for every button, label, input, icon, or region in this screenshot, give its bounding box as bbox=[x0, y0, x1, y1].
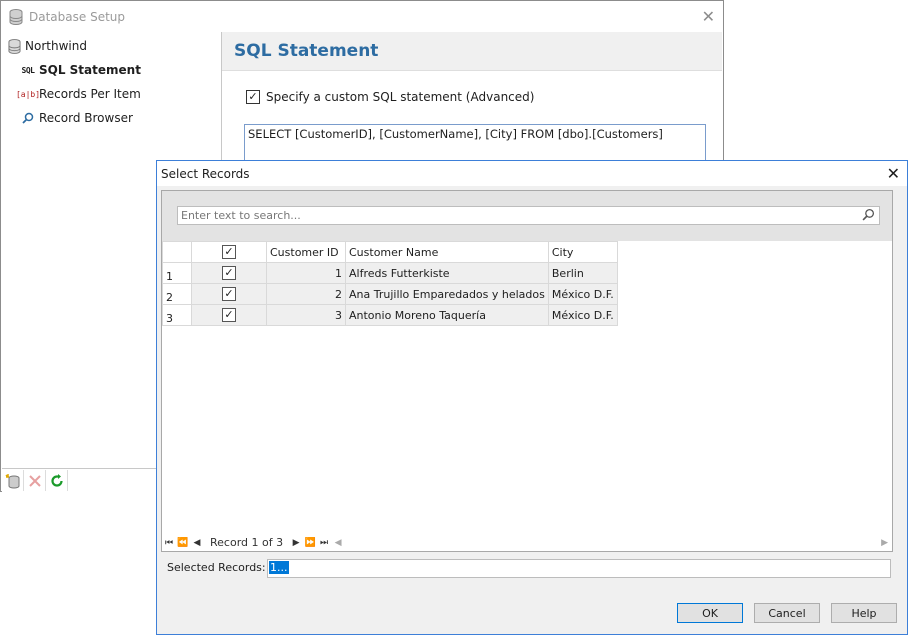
tree-root-northwind[interactable]: Northwind bbox=[6, 36, 87, 56]
cell-city[interactable]: México D.F. bbox=[547, 283, 618, 305]
cell-customer-name[interactable]: Ana Trujillo Emparedados y helados bbox=[345, 283, 549, 305]
cell-city[interactable]: México D.F. bbox=[547, 304, 618, 326]
dialog-titlebar: Select Records ✕ bbox=[157, 161, 907, 186]
close-icon[interactable]: ✕ bbox=[702, 7, 715, 26]
ok-button[interactable]: OK bbox=[677, 603, 743, 623]
cell-customer-id[interactable]: 2 bbox=[266, 283, 346, 305]
previous-record-icon[interactable]: ◀ bbox=[190, 538, 204, 548]
row-checkbox[interactable]: ✓ bbox=[191, 283, 267, 305]
dialog-title: Select Records bbox=[161, 166, 250, 181]
custom-sql-checkbox-label: Specify a custom SQL statement (Advanced… bbox=[266, 90, 535, 104]
tree-item-label: SQL Statement bbox=[39, 63, 141, 77]
selected-records-field[interactable]: 1... bbox=[267, 559, 891, 578]
ab-field-icon: [a|b] bbox=[15, 89, 41, 99]
custom-sql-checkbox-row[interactable]: ✓ Specify a custom SQL statement (Advanc… bbox=[246, 90, 534, 104]
check-icon: ✓ bbox=[222, 266, 236, 280]
row-checkbox[interactable]: ✓ bbox=[191, 304, 267, 326]
last-record-icon[interactable]: ⏭ bbox=[317, 538, 331, 548]
check-icon: ✓ bbox=[222, 308, 236, 322]
cell-customer-id[interactable]: 1 bbox=[266, 262, 346, 284]
row-checkbox[interactable]: ✓ bbox=[191, 262, 267, 284]
window-title: Database Setup bbox=[29, 9, 125, 24]
table-header-row: ✓ Customer ID Customer Name City bbox=[162, 241, 618, 263]
search-icon[interactable] bbox=[862, 208, 876, 222]
cell-city[interactable]: Berlin bbox=[547, 262, 618, 284]
help-button[interactable]: Help bbox=[831, 603, 897, 623]
record-navigator: ⏮ ⏪ ◀ Record 1 of 3 ▶ ⏩ ⏭ ◀ ▶ bbox=[162, 534, 892, 551]
check-icon: ✓ bbox=[222, 287, 236, 301]
tree-root-label: Northwind bbox=[25, 39, 87, 53]
custom-sql-checkbox[interactable]: ✓ bbox=[246, 90, 260, 104]
add-database-button[interactable] bbox=[2, 470, 24, 491]
row-number: 1 bbox=[162, 262, 192, 284]
selected-records-value: 1... bbox=[269, 561, 289, 574]
tree-item-sql-statement[interactable]: SQL SQL Statement bbox=[20, 60, 141, 80]
next-page-icon[interactable]: ⏩ bbox=[303, 538, 317, 548]
table-row[interactable]: 1 ✓ 1 Alfreds Futterkiste Berlin bbox=[162, 262, 618, 284]
column-header-customer-name[interactable]: Customer Name bbox=[345, 241, 549, 263]
search-input[interactable] bbox=[178, 207, 854, 223]
tree-item-records-per-item[interactable]: [a|b] Records Per Item bbox=[15, 84, 141, 104]
cell-customer-id[interactable]: 3 bbox=[266, 304, 346, 326]
scroll-right-icon[interactable]: ▶ bbox=[881, 538, 888, 548]
sql-icon: SQL bbox=[21, 65, 35, 75]
row-number: 2 bbox=[162, 283, 192, 305]
search-icon bbox=[20, 110, 36, 126]
cancel-button[interactable]: Cancel bbox=[754, 603, 820, 623]
window-titlebar: Database Setup ✕ bbox=[1, 1, 723, 32]
first-record-icon[interactable]: ⏮ bbox=[162, 538, 176, 548]
column-header-city[interactable]: City bbox=[547, 241, 618, 263]
search-strip bbox=[162, 191, 892, 241]
records-table: ✓ Customer ID Customer Name City 1 ✓ 1 A… bbox=[162, 241, 618, 326]
cell-customer-name[interactable]: Antonio Moreno Taquería bbox=[345, 304, 549, 326]
section-title: SQL Statement bbox=[222, 32, 722, 71]
database-icon bbox=[6, 38, 22, 54]
selected-records-label: Selected Records: bbox=[167, 561, 266, 574]
row-indicator-header bbox=[162, 241, 192, 263]
column-header-customer-id[interactable]: Customer ID bbox=[266, 241, 346, 263]
database-icon bbox=[9, 8, 23, 25]
previous-page-icon[interactable]: ⏪ bbox=[176, 538, 190, 548]
records-grid-panel: ✓ Customer ID Customer Name City 1 ✓ 1 A… bbox=[161, 190, 893, 552]
select-records-dialog: Select Records ✕ ✓ Customer ID Customer … bbox=[156, 160, 908, 635]
next-record-icon[interactable]: ▶ bbox=[289, 538, 303, 548]
tree-item-label: Record Browser bbox=[39, 111, 133, 125]
tree-item-record-browser[interactable]: Record Browser bbox=[20, 108, 133, 128]
select-all-checkbox[interactable]: ✓ bbox=[191, 241, 267, 263]
tree-item-label: Records Per Item bbox=[39, 87, 141, 101]
close-icon[interactable]: ✕ bbox=[887, 164, 900, 183]
table-row[interactable]: 2 ✓ 2 Ana Trujillo Emparedados y helados… bbox=[162, 283, 618, 305]
table-row[interactable]: 3 ✓ 3 Antonio Moreno Taquería México D.F… bbox=[162, 304, 618, 326]
search-box[interactable] bbox=[177, 206, 880, 225]
cell-customer-name[interactable]: Alfreds Futterkiste bbox=[345, 262, 549, 284]
refresh-icon[interactable] bbox=[46, 470, 68, 491]
delete-icon[interactable] bbox=[24, 470, 46, 491]
scroll-left-icon[interactable]: ◀ bbox=[331, 538, 345, 548]
row-number: 3 bbox=[162, 304, 192, 326]
check-icon: ✓ bbox=[222, 245, 236, 259]
record-position: Record 1 of 3 bbox=[210, 536, 284, 549]
